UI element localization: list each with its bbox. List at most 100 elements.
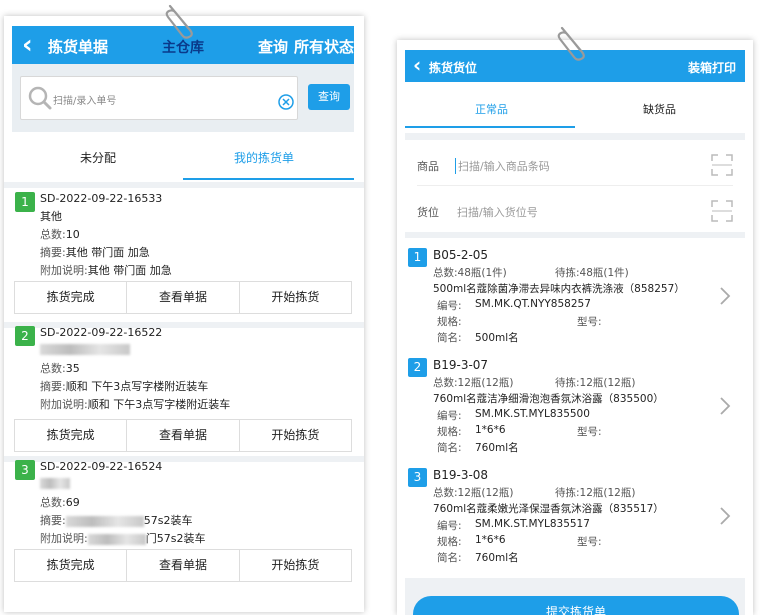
pending-value: 48瓶(1件)	[579, 267, 629, 279]
short-name-label: 简名:	[437, 552, 462, 564]
order-note: 附加说明: 门57s2装车	[40, 530, 205, 546]
clear-icon[interactable]	[278, 94, 294, 110]
order-summary: 摘要: 57s2装车	[40, 512, 192, 528]
start-picking-button[interactable]: 开始拣货	[240, 282, 351, 313]
tab-unassigned[interactable]: 未分配	[80, 149, 116, 166]
warehouse-selector[interactable]: 主仓库	[162, 37, 204, 57]
active-tab-indicator	[183, 178, 354, 180]
model-label: 型号:	[577, 536, 602, 548]
view-order-button[interactable]: 查看单据	[127, 420, 240, 451]
order-note: 附加说明:其他 带门面 加急	[40, 262, 172, 278]
summary-label: 摘要:	[40, 246, 66, 259]
tab-out-of-stock[interactable]: 缺货品	[643, 101, 676, 117]
packing-print-button[interactable]: 装箱打印	[688, 59, 736, 76]
list-item[interactable]: 2 B19-3-07 总数:12瓶(12瓶) 待拣:12瓶(12瓶) 760ml…	[405, 356, 745, 460]
chevron-right-icon[interactable]	[719, 286, 731, 306]
total-label: 总数:	[40, 496, 66, 509]
summary-label: 摘要:	[40, 380, 66, 393]
location-code: B05-2-05	[433, 248, 489, 262]
total-value: 12瓶(12瓶)	[457, 377, 514, 389]
note-label: 附加说明:	[40, 264, 88, 277]
total-label: 总数:	[40, 362, 66, 375]
picking-location-screen: ‹ 拣货货位 装箱打印 正常品 缺货品 商品 扫描/输入商品条码 货位 扫描/输…	[397, 40, 753, 615]
code-label: 编号:	[437, 300, 462, 312]
location-label: 货位	[417, 206, 439, 219]
finish-picking-button[interactable]: 拣货完成	[15, 550, 128, 581]
spec-label: 规格:	[437, 536, 462, 548]
spec-label: 规格:	[437, 316, 462, 328]
view-order-button[interactable]: 查看单据	[127, 550, 240, 581]
order-total: 总数:35	[40, 360, 80, 376]
short-name-label: 简名:	[437, 442, 462, 454]
code-label: 编号:	[437, 520, 462, 532]
model-label: 型号:	[577, 316, 602, 328]
spec-label: 规格:	[437, 426, 462, 438]
list-item[interactable]: 3 B19-3-08 总数:12瓶(12瓶) 待拣:12瓶(12瓶) 760ml…	[405, 466, 745, 570]
product-name: 500ml名蔻除菌净滞去异味内衣裤洗涤液（858257）	[433, 283, 685, 295]
start-picking-button[interactable]: 开始拣货	[240, 550, 351, 581]
query-button[interactable]: 查询	[258, 36, 288, 57]
page-title: 拣货货位	[429, 61, 478, 75]
chevron-right-icon[interactable]	[719, 506, 731, 526]
pending-label: 待拣:	[555, 377, 580, 389]
total-value: 48瓶(1件)	[457, 267, 507, 279]
product-name: 760ml名蔻柔嫩光泽保湿香氛沐浴露（835517）	[433, 503, 664, 515]
order-summary: 摘要:其他 带门面 加急	[40, 244, 150, 260]
summary-value: 57s2装车	[143, 514, 193, 527]
finish-picking-button[interactable]: 拣货完成	[15, 282, 128, 313]
scan-icon[interactable]	[711, 154, 733, 176]
tab-bar: 正常品 缺货品	[405, 82, 745, 128]
search-input[interactable]: 扫描/录入单号	[20, 76, 298, 120]
location-input[interactable]: 扫描/输入货位号	[455, 204, 538, 220]
product-label: 商品	[417, 160, 439, 173]
view-order-button[interactable]: 查看单据	[127, 282, 240, 313]
total-value: 69	[65, 496, 80, 509]
short-name-value: 760ml名	[475, 552, 519, 564]
active-tab-indicator	[405, 126, 575, 128]
product-name: 760ml名蔻洁净细滑泡泡香氛沐浴露（835500）	[433, 393, 664, 405]
order-index-badge: 2	[15, 326, 35, 346]
status-filter[interactable]: 所有状态	[294, 36, 354, 57]
order-customer	[40, 342, 130, 355]
order-card[interactable]: 1 SD-2022-09-22-16533 其他 总数:10 摘要:其他 带门面…	[12, 188, 354, 322]
product-input[interactable]: 扫描/输入商品条码	[455, 158, 550, 174]
back-arrow-icon[interactable]: ‹	[413, 54, 421, 76]
start-picking-button[interactable]: 开始拣货	[240, 420, 351, 451]
list-item[interactable]: 1 B05-2-05 总数:48瓶(1件) 待拣:48瓶(1件) 500ml名蔻…	[405, 246, 745, 350]
back-arrow-icon[interactable]: ‹	[22, 32, 33, 58]
summary-label: 摘要:	[40, 514, 66, 527]
item-index-badge: 1	[408, 248, 427, 267]
pending-label: 待拣:	[555, 267, 580, 279]
pending-label: 待拣:	[555, 487, 580, 499]
code-value: SM.MK.ST.MYL835500	[475, 408, 590, 420]
summary-value: 其他 带门面 加急	[65, 246, 150, 259]
tab-normal-goods[interactable]: 正常品	[475, 101, 508, 117]
tab-my-orders[interactable]: 我的拣货单	[234, 149, 294, 166]
picking-orders-screen: ‹ 拣货单据 主仓库 查询 所有状态 扫描/录入单号 查询 未分配 我的拣货单 …	[4, 16, 364, 612]
note-value: 顺和 下午3点写字楼附近装车	[87, 398, 231, 411]
search-placeholder: 扫描/录入单号	[53, 96, 117, 107]
order-customer	[40, 476, 70, 489]
chevron-right-icon[interactable]	[719, 396, 731, 416]
order-code: SD-2022-09-22-16533	[40, 192, 163, 205]
order-card[interactable]: 3 SD-2022-09-22-16524 总数:69 摘要: 57s2装车 附加…	[12, 456, 354, 596]
finish-picking-button[interactable]: 拣货完成	[15, 420, 128, 451]
order-customer: 其他	[40, 210, 62, 223]
scan-icon[interactable]	[711, 200, 733, 222]
pending-value: 12瓶(12瓶)	[579, 377, 636, 389]
tab-bar: 未分配 我的拣货单	[12, 132, 354, 182]
total-label: 总数:	[433, 487, 458, 499]
submit-picking-button[interactable]: 提交拣货单	[413, 596, 739, 615]
note-value: 门57s2装车	[145, 532, 206, 545]
note-value: 其他 带门面 加急	[87, 264, 172, 277]
product-field[interactable]: 商品 扫描/输入商品条码	[417, 140, 733, 186]
search-area: 扫描/录入单号 查询	[12, 64, 354, 132]
order-code: SD-2022-09-22-16522	[40, 326, 163, 339]
search-button[interactable]: 查询	[308, 84, 350, 110]
item-index-badge: 2	[408, 358, 427, 377]
scan-form: 商品 扫描/输入商品条码 货位 扫描/输入货位号	[405, 140, 745, 232]
total-label: 总数:	[433, 267, 458, 279]
location-field[interactable]: 货位 扫描/输入货位号	[417, 186, 733, 232]
order-card[interactable]: 2 SD-2022-09-22-16522 总数:35 摘要: 顺和 下午3点写字…	[12, 322, 354, 456]
note-label: 附加说明:	[40, 532, 88, 545]
